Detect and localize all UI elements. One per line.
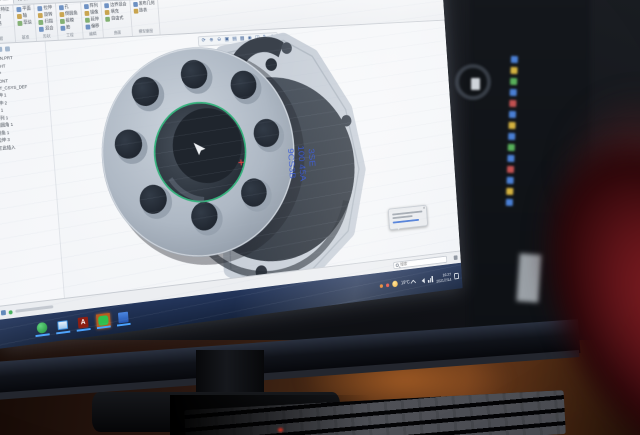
background-dial-object — [455, 64, 491, 100]
graphics-area[interactable]: ⟳ ⊕ ⊖ ▣ ▤ ▦ ◉ ◫ ✎ ⊙ — [46, 21, 461, 298]
ribbon-item[interactable]: 平面 — [16, 6, 31, 13]
clock[interactable]: 16:27 2021/7/14 — [436, 272, 452, 284]
network-icon[interactable] — [428, 276, 433, 283]
ribbon-item[interactable]: 族表 — [133, 7, 155, 14]
ribbon-item[interactable]: 孔 — [58, 4, 77, 11]
ribbon-item[interactable]: 偏移 — [85, 23, 100, 30]
tray-app-icon[interactable] — [386, 283, 389, 287]
ribbon-item[interactable]: 拔模 — [59, 17, 78, 24]
taskbar-app-blue[interactable] — [116, 310, 131, 326]
ribbon-group-shapes: 拉伸 旋转 扫描 混合 形状 — [34, 4, 58, 41]
ribbon-item[interactable]: 自由式 — [105, 15, 128, 22]
fill-icon — [105, 9, 110, 14]
tray-date: 2021/7/14 — [436, 277, 451, 284]
blue-app-icon — [118, 312, 129, 324]
keyboard-shadow — [170, 395, 370, 435]
tree-filter-icon[interactable] — [0, 47, 2, 52]
weather-sun-icon[interactable] — [392, 280, 398, 287]
hole-icon — [58, 5, 63, 10]
freestyle-icon — [105, 16, 110, 21]
ribbon-group-engineering: 孔 倒圆角 拔模 筋 工程 — [55, 2, 83, 39]
ribbon-item[interactable]: 筋 — [60, 24, 79, 31]
ribbon-item[interactable]: 镜像 — [84, 10, 99, 16]
taskbar-app-file-explorer[interactable] — [55, 318, 70, 334]
ribbon-group-model-intent: 发布几何 族表 模型意图 — [130, 0, 161, 36]
status-message — [15, 305, 53, 313]
tree-settings-icon[interactable] — [5, 46, 10, 51]
extrude-icon — [37, 6, 42, 11]
ribbon-item[interactable]: 边界混合 — [104, 1, 127, 8]
boundary-blend-icon — [104, 3, 109, 8]
ribbon-item[interactable]: 草绘 — [17, 19, 32, 26]
model-status-icon — [1, 310, 6, 316]
family-table-icon — [133, 8, 138, 13]
tray-expand-icon[interactable] — [411, 280, 416, 286]
plane-icon — [16, 7, 21, 12]
offset-icon — [85, 24, 90, 29]
ribbon-group-editing: 阵列 镜像 延伸 偏移 编辑 — [81, 2, 104, 39]
keyboard-led — [278, 428, 283, 432]
draft-icon — [59, 18, 64, 23]
popup-link[interactable] — [393, 218, 419, 223]
ribbon-item[interactable]: 倒圆角 — [59, 10, 78, 17]
notification-popup[interactable]: × — [388, 205, 428, 230]
ribbon-item[interactable]: 收缩包络 — [0, 20, 11, 28]
ribbon-item[interactable]: 延伸 — [84, 16, 99, 23]
axis-icon — [16, 13, 21, 18]
taskbar-app-chat[interactable] — [96, 313, 111, 329]
ribbon-item[interactable]: 发布几何 — [133, 0, 155, 7]
search-icon — [396, 263, 399, 267]
taskbar-app-green[interactable] — [35, 321, 50, 337]
tray-app-icon[interactable] — [380, 284, 383, 288]
green-app-icon — [36, 322, 47, 334]
close-icon[interactable]: × — [423, 206, 426, 212]
round-icon — [59, 12, 64, 17]
photo-of-workstation: 4SC23N (活动的) - Creo Parametric –▢× 文件 模型… — [0, 0, 640, 435]
mirror-icon — [84, 10, 89, 15]
ribbon-item[interactable]: 拉伸 — [37, 5, 52, 12]
ribbon-item[interactable]: 轴 — [16, 13, 31, 20]
ribbon-group-surfaces: 边界混合 填充 自由式 曲面 — [101, 0, 132, 37]
ribbon-item[interactable]: 旋转 — [38, 12, 53, 19]
revolve-icon — [38, 12, 43, 17]
weather-temperature[interactable]: 19°C — [401, 279, 410, 285]
rib-icon — [60, 25, 65, 30]
sketch-icon — [17, 20, 22, 25]
ribbon-group-datum: 平面 轴 草绘 基准 — [13, 4, 37, 42]
filter-icon[interactable] — [454, 255, 458, 260]
pattern-icon — [83, 4, 88, 9]
chat-app-icon — [98, 315, 109, 326]
notification-center-icon[interactable] — [454, 273, 459, 280]
publish-geometry-icon — [133, 1, 138, 6]
volume-icon[interactable] — [420, 277, 426, 283]
popup-text-line — [392, 215, 412, 219]
taskbar-app-autocad[interactable]: A — [76, 315, 91, 331]
sweep-icon — [38, 19, 43, 24]
svg-text:3SE: 3SE — [306, 148, 316, 167]
blend-icon — [39, 26, 44, 31]
autocad-icon: A — [78, 317, 89, 329]
monitor-screen: 4SC23N (活动的) - Creo Parametric –▢× 文件 模型… — [0, 0, 463, 349]
ribbon-item[interactable]: 填充 — [105, 8, 128, 15]
ribbon-item[interactable]: 扫描 — [38, 18, 53, 25]
regeneration-ok-icon — [9, 310, 13, 314]
ribbon-item[interactable]: 混合 — [39, 25, 54, 32]
file-explorer-icon — [57, 320, 68, 330]
extend-icon — [84, 17, 89, 22]
ribbon-item[interactable]: 阵列 — [83, 3, 98, 9]
